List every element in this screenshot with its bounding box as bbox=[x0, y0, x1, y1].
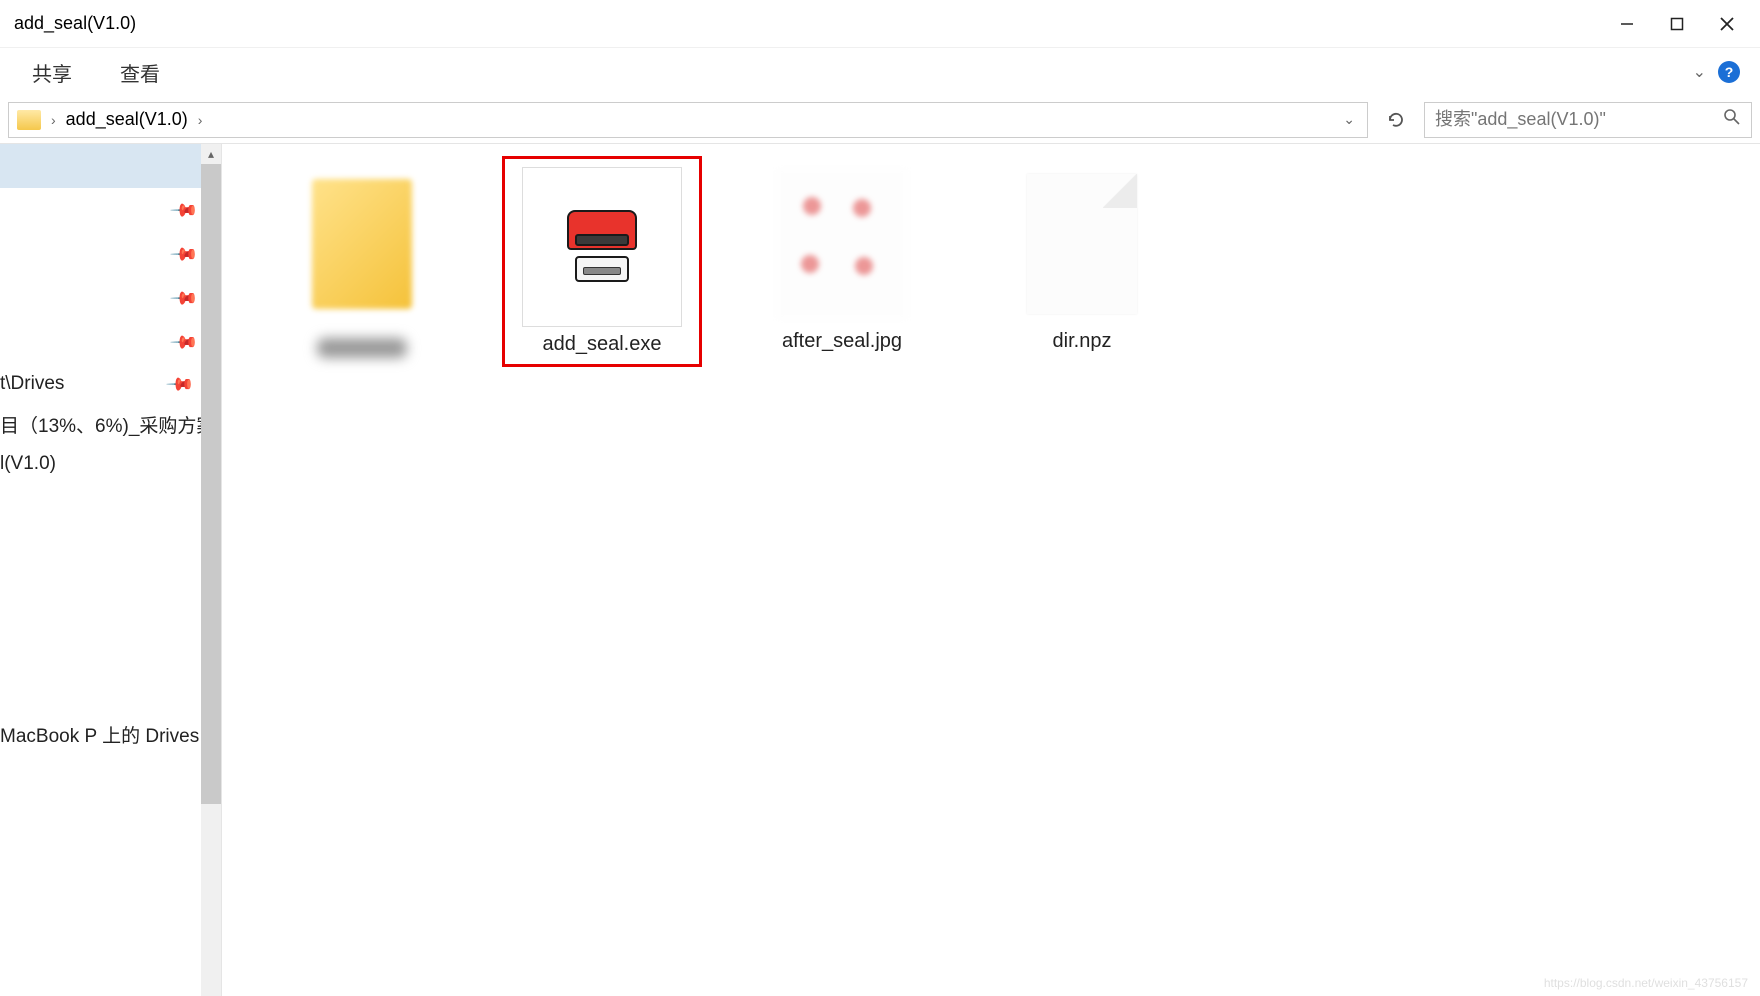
sidebar-pinned-item[interactable]: 📌 bbox=[0, 276, 221, 320]
sidebar-item-macbook-drives[interactable]: MacBook P 上的 Drives bbox=[0, 714, 221, 754]
breadcrumb-folder[interactable]: add_seal(V1.0) bbox=[66, 109, 188, 130]
breadcrumb-sep-icon: › bbox=[51, 112, 56, 128]
sidebar-pinned-item[interactable]: 📌 bbox=[0, 320, 221, 364]
scrollbar-thumb[interactable] bbox=[201, 164, 221, 804]
minimize-button[interactable] bbox=[1602, 6, 1652, 42]
window-controls bbox=[1602, 6, 1752, 42]
sidebar-item-label: l(V1.0) bbox=[0, 453, 56, 475]
file-name-blurred bbox=[317, 338, 407, 358]
menubar-right: ⌄ ? bbox=[1693, 61, 1740, 83]
sidebar-item-seal[interactable]: l(V1.0) bbox=[0, 444, 221, 484]
pin-icon: 📌 bbox=[168, 283, 199, 314]
watermark: https://blog.csdn.net/weixin_43756157 bbox=[1544, 976, 1748, 990]
refresh-button[interactable] bbox=[1380, 104, 1412, 136]
sidebar-pinned-item[interactable]: 📌 bbox=[0, 232, 221, 276]
maximize-button[interactable] bbox=[1652, 6, 1702, 42]
navigation-bar: › add_seal(V1.0) › ⌄ bbox=[0, 96, 1760, 144]
pin-icon: 📌 bbox=[164, 369, 195, 400]
search-icon[interactable] bbox=[1723, 108, 1741, 131]
file-item-add-seal-exe[interactable]: add_seal.exe bbox=[502, 156, 702, 367]
address-dropdown-icon[interactable]: ⌄ bbox=[1343, 111, 1355, 128]
titlebar: add_seal(V1.0) bbox=[0, 0, 1760, 48]
pin-icon: 📌 bbox=[168, 239, 199, 270]
sidebar-pinned-item[interactable]: 📌 bbox=[0, 188, 221, 232]
ribbon-menu: 共享 查看 ⌄ ? bbox=[0, 48, 1760, 96]
file-item-after-seal-jpg[interactable]: after_seal.jpg bbox=[742, 156, 942, 361]
sidebar-scrollbar[interactable]: ▴ bbox=[201, 144, 221, 996]
page-fold-icon bbox=[1103, 174, 1137, 208]
file-list: add_seal.exe after_seal.jpg dir.npz bbox=[222, 144, 1760, 996]
sidebar-item-label: t\Drives bbox=[0, 373, 64, 395]
blank-file-thumb bbox=[1002, 164, 1162, 324]
content-area: 📌 📌 📌 📌 t\Drives 📌 目（13%、6%)_采购方案 l(V1.0… bbox=[0, 144, 1760, 996]
search-box[interactable] bbox=[1424, 102, 1752, 138]
menu-view[interactable]: 查看 bbox=[120, 58, 160, 87]
search-input[interactable] bbox=[1435, 109, 1723, 130]
folder-icon bbox=[17, 110, 41, 130]
file-item-dir-npz[interactable]: dir.npz bbox=[982, 156, 1182, 361]
exe-thumb bbox=[522, 167, 682, 327]
stamp-icon bbox=[561, 206, 643, 288]
file-item-folder-blurred[interactable] bbox=[262, 156, 462, 366]
folder-thumb bbox=[282, 164, 442, 324]
chevron-down-icon[interactable]: ⌄ bbox=[1693, 62, 1706, 82]
sidebar-item-label: 目（13%、6%)_采购方案 bbox=[0, 411, 215, 438]
window-title: add_seal(V1.0) bbox=[8, 13, 1602, 34]
sidebar-item-project[interactable]: 目（13%、6%)_采购方案 bbox=[0, 404, 221, 444]
sidebar-quick-access[interactable] bbox=[0, 144, 221, 188]
breadcrumb-sep-icon: › bbox=[198, 112, 203, 128]
navigation-pane: 📌 📌 📌 📌 t\Drives 📌 目（13%、6%)_采购方案 l(V1.0… bbox=[0, 144, 222, 996]
menu-share[interactable]: 共享 bbox=[32, 58, 72, 87]
scroll-up-icon[interactable]: ▴ bbox=[201, 144, 221, 164]
sidebar-item-drives[interactable]: t\Drives 📌 bbox=[0, 364, 221, 404]
pin-icon: 📌 bbox=[168, 327, 199, 358]
file-name: dir.npz bbox=[1053, 330, 1112, 353]
close-button[interactable] bbox=[1702, 6, 1752, 42]
address-bar[interactable]: › add_seal(V1.0) › ⌄ bbox=[8, 102, 1368, 138]
file-name: after_seal.jpg bbox=[782, 330, 902, 353]
pin-icon: 📌 bbox=[168, 195, 199, 226]
file-name: add_seal.exe bbox=[543, 333, 662, 356]
help-icon[interactable]: ? bbox=[1718, 61, 1740, 83]
sidebar-item-label: MacBook P 上的 Drives bbox=[0, 721, 199, 748]
image-thumb bbox=[762, 164, 922, 324]
